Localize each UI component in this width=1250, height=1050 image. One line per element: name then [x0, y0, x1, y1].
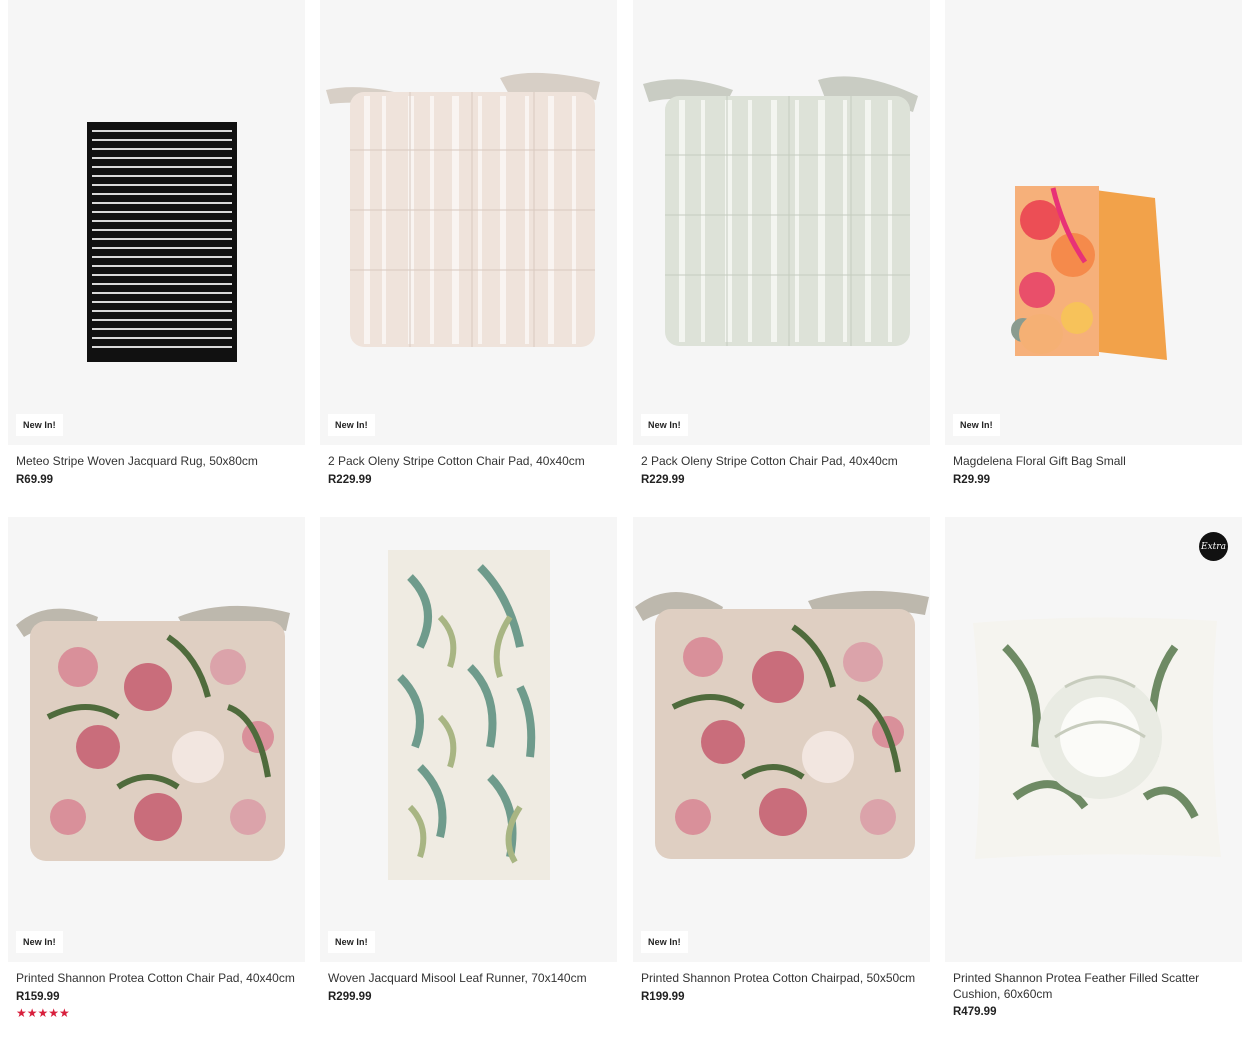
new-in-badge: New In!: [328, 414, 375, 436]
product-image[interactable]: New In!: [945, 0, 1242, 445]
product-price: R29.99: [953, 473, 991, 486]
product-image[interactable]: New In!: [633, 0, 930, 445]
product-title[interactable]: Printed Shannon Protea Cotton Chairpad, …: [641, 971, 922, 987]
product-title[interactable]: Woven Jacquard Misool Leaf Runner, 70x14…: [328, 971, 609, 987]
striped-rug-image: [87, 122, 237, 362]
new-in-badge: New In!: [641, 931, 688, 953]
product-image[interactable]: New In!: [633, 517, 930, 962]
product-title[interactable]: 2 Pack Oleny Stripe Cotton Chair Pad, 40…: [328, 454, 609, 470]
new-in-badge: New In!: [328, 931, 375, 953]
product-price: R69.99: [16, 473, 54, 486]
protea-scatter-cushion-image: [973, 617, 1221, 859]
product-card[interactable]: Extra Printed Shannon Protea Feather Fil…: [945, 517, 1242, 1018]
product-image[interactable]: Extra: [945, 517, 1242, 962]
product-title[interactable]: 2 Pack Oleny Stripe Cotton Chair Pad, 40…: [641, 454, 922, 470]
leaf-runner-image: [388, 550, 550, 880]
product-card[interactable]: New In! Woven Jacquard Misool Leaf Runne…: [320, 517, 617, 1003]
floral-gift-bag-image: [1011, 186, 1167, 360]
product-price: R299.99: [328, 990, 372, 1003]
new-in-badge: New In!: [641, 414, 688, 436]
extra-logo-text: Extra: [1201, 541, 1226, 552]
new-in-badge: New In!: [16, 931, 63, 953]
product-price: R229.99: [641, 473, 685, 486]
product-image[interactable]: New In!: [8, 517, 305, 962]
product-title[interactable]: Printed Shannon Protea Feather Filled Sc…: [953, 971, 1234, 1002]
protea-chairpad-image: [635, 590, 929, 859]
product-price: R199.99: [641, 990, 685, 1003]
product-image[interactable]: New In!: [8, 0, 305, 445]
product-image[interactable]: New In!: [320, 517, 617, 962]
product-card[interactable]: New In! 2 Pack Oleny Stripe Cotton Chair…: [320, 0, 617, 486]
rating-stars: ★★★★★: [16, 1005, 70, 1020]
product-card[interactable]: New In! Printed Shannon Protea Cotton Ch…: [633, 517, 930, 1003]
product-price: R479.99: [953, 1006, 997, 1018]
product-price: R229.99: [328, 473, 372, 486]
product-card[interactable]: New In! 2 Pack Oleny Stripe Cotton Chair…: [633, 0, 930, 486]
product-title[interactable]: Printed Shannon Protea Cotton Chair Pad,…: [16, 971, 297, 987]
protea-chair-pad-image: [16, 605, 290, 861]
product-title[interactable]: Magdelena Floral Gift Bag Small: [953, 454, 1234, 470]
new-in-badge: New In!: [953, 414, 1000, 436]
sage-stripe-chair-pad-image: [643, 76, 918, 346]
extra-logo-badge: Extra: [1199, 532, 1228, 561]
new-in-badge: New In!: [16, 414, 63, 436]
product-price: R159.99: [16, 990, 60, 1003]
product-card[interactable]: New In! Magdelena Floral Gift Bag Small …: [945, 0, 1242, 486]
product-card[interactable]: New In! Meteo Stripe Woven Jacquard Rug,…: [8, 0, 305, 486]
beige-stripe-chair-pad-image: [326, 72, 600, 347]
product-title[interactable]: Meteo Stripe Woven Jacquard Rug, 50x80cm: [16, 454, 297, 470]
product-card[interactable]: New In! Printed Shannon Protea Cotton Ch…: [8, 517, 305, 1019]
product-image[interactable]: New In!: [320, 0, 617, 445]
